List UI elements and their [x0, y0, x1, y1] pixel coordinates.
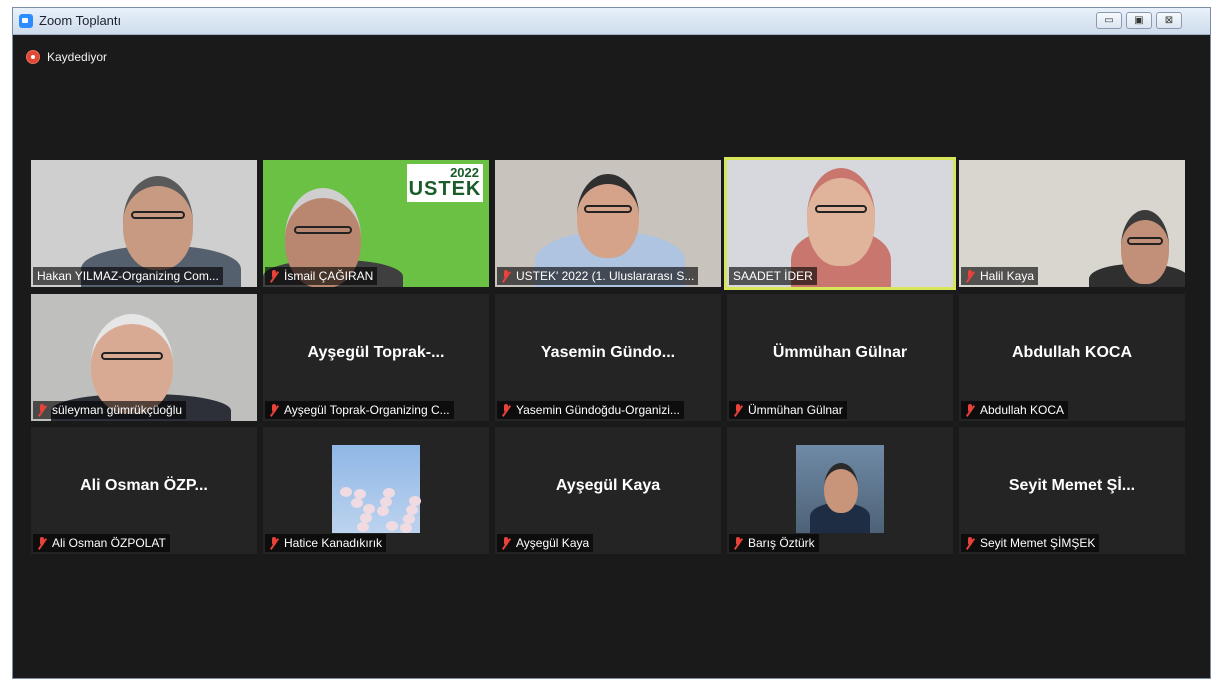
- participant-name-tag: Ayşegül Toprak-Organizing C...: [265, 401, 454, 419]
- muted-mic-icon: [37, 536, 47, 550]
- participant-face: [577, 174, 639, 258]
- participant-face: [1121, 210, 1169, 284]
- participant-name-tag: Yasemin Gündoğdu-Organizi...: [497, 401, 684, 419]
- glasses-icon: [584, 205, 632, 214]
- participant-tile[interactable]: SAADET İDER: [724, 157, 956, 290]
- participant-display-name: Ayşegül Toprak-...: [307, 344, 445, 361]
- muted-mic-icon: [965, 536, 975, 550]
- participant-tile[interactable]: Ayşegül Kaya Ayşegül Kaya: [495, 427, 721, 554]
- participant-tile[interactable]: USTEK' 2022 (1. Uluslararası S...: [495, 160, 721, 287]
- participant-name: Ayşegül Toprak-Organizing C...: [284, 403, 450, 417]
- avatar-face: [824, 463, 858, 513]
- glasses-icon: [294, 225, 352, 234]
- participant-name: İsmail ÇAĞIRAN: [284, 269, 374, 283]
- blossom-flower: [400, 523, 412, 533]
- participant-name-tag: USTEK' 2022 (1. Uluslararası S...: [497, 267, 699, 285]
- muted-mic-icon: [733, 403, 743, 417]
- zoom-window: Zoom Toplantı ▭ ▣ ⊠ Kaydediyor Hakan YIL…: [12, 7, 1211, 679]
- participant-tile[interactable]: Abdullah KOCA Abdullah KOCA: [959, 294, 1185, 421]
- muted-mic-icon: [501, 269, 511, 283]
- participant-tile[interactable]: Seyit Memet Şİ... Seyit Memet ŞİMŞEK: [959, 427, 1185, 554]
- participant-name: Ayşegül Kaya: [516, 536, 590, 550]
- participant-name: Ümmühan Gülnar: [748, 403, 843, 417]
- blossom-flower: [377, 506, 389, 516]
- blossom-flower: [340, 487, 352, 497]
- participant-name: Halil Kaya: [980, 269, 1035, 283]
- participant-name: USTEK' 2022 (1. Uluslararası S...: [516, 269, 695, 283]
- recording-label: Kaydediyor: [47, 50, 108, 64]
- participant-display-name: Yasemin Gündo...: [540, 344, 676, 361]
- participant-tile[interactable]: Ümmühan Gülnar Ümmühan Gülnar: [727, 294, 953, 421]
- participant-name-tag: Ümmühan Gülnar: [729, 401, 847, 419]
- participant-name: Abdullah KOCA: [980, 403, 1065, 417]
- participant-name-tag: SAADET İDER: [729, 267, 817, 285]
- zoom-app-icon: [19, 14, 33, 28]
- muted-mic-icon: [501, 536, 511, 550]
- ustek-logo: 2022 USTEK: [407, 164, 483, 202]
- participant-name: Barış Öztürk: [748, 536, 815, 550]
- recording-indicator[interactable]: Kaydediyor: [27, 50, 107, 64]
- blossom-flower: [351, 498, 363, 508]
- glasses-icon: [100, 351, 164, 360]
- close-button[interactable]: ⊠: [1156, 12, 1182, 29]
- participant-tile[interactable]: 2022 USTEK İsmail ÇAĞIRAN: [263, 160, 489, 287]
- participant-face: [123, 176, 193, 270]
- participant-name: Ali Osman ÖZPOLAT: [52, 536, 166, 550]
- participant-name-tag: Barış Öztürk: [729, 534, 819, 552]
- participant-name: SAADET İDER: [733, 269, 813, 283]
- participant-display-name: Ali Osman ÖZP...: [80, 477, 208, 494]
- participant-tile[interactable]: Halil Kaya: [959, 160, 1185, 287]
- avatar-photo: [796, 445, 884, 533]
- record-icon: [27, 51, 39, 63]
- participant-name: Seyit Memet ŞİMŞEK: [980, 536, 1096, 550]
- participant-name-tag: Halil Kaya: [961, 267, 1039, 285]
- participant-name: Hakan YILMAZ-Organizing Com...: [37, 269, 219, 283]
- window-title: Zoom Toplantı: [39, 13, 122, 28]
- logo-text: USTEK: [408, 178, 482, 200]
- participant-display-name: Abdullah KOCA: [1012, 344, 1132, 361]
- participant-name-tag: süleyman gümrükçüoğlu: [33, 401, 187, 419]
- participant-name-tag: Hakan YILMAZ-Organizing Com...: [33, 267, 223, 285]
- participant-name: Hatice Kanadıkırık: [284, 536, 383, 550]
- maximize-button[interactable]: ▣: [1126, 12, 1152, 29]
- participant-tile[interactable]: Ayşegül Toprak-... Ayşegül Toprak-Organiz…: [263, 294, 489, 421]
- glasses-icon: [815, 204, 867, 213]
- avatar-blossom-image: [332, 445, 421, 533]
- participant-name-tag: Seyit Memet ŞİMŞEK: [961, 534, 1100, 552]
- participant-display-name: Ayşegül Kaya: [555, 477, 661, 494]
- participant-name: Yasemin Gündoğdu-Organizi...: [516, 403, 680, 417]
- muted-mic-icon: [733, 536, 743, 550]
- glasses-icon: [1126, 236, 1164, 245]
- participant-name-tag: Abdullah KOCA: [961, 401, 1069, 419]
- muted-mic-icon: [269, 536, 279, 550]
- participant-display-name: Ümmühan Gülnar: [772, 344, 908, 361]
- participant-display-name: Seyit Memet Şİ...: [1008, 477, 1136, 494]
- participant-name-tag: Ayşegül Kaya: [497, 534, 594, 552]
- participant-tile[interactable]: Hatice Kanadıkırık: [263, 427, 489, 554]
- glasses-icon: [131, 211, 185, 220]
- blossom-flower: [357, 522, 369, 532]
- muted-mic-icon: [269, 269, 279, 283]
- participant-name-tag: İsmail ÇAĞIRAN: [265, 267, 378, 285]
- participant-tile[interactable]: Yasemin Gündo... Yasemin Gündoğdu-Organiz…: [495, 294, 721, 421]
- participant-name-tag: Hatice Kanadıkırık: [265, 534, 387, 552]
- muted-mic-icon: [965, 403, 975, 417]
- participant-face: [91, 314, 173, 414]
- participant-name: süleyman gümrükçüoğlu: [52, 403, 183, 417]
- minimize-button[interactable]: ▭: [1096, 12, 1122, 29]
- participant-tile[interactable]: süleyman gümrükçüoğlu: [31, 294, 257, 421]
- title-bar: Zoom Toplantı ▭ ▣ ⊠: [13, 8, 1210, 35]
- muted-mic-icon: [269, 403, 279, 417]
- muted-mic-icon: [965, 269, 975, 283]
- participant-tile[interactable]: Hakan YILMAZ-Organizing Com...: [31, 160, 257, 287]
- muted-mic-icon: [37, 403, 47, 417]
- participant-tile[interactable]: Ali Osman ÖZP... Ali Osman ÖZPOLAT: [31, 427, 257, 554]
- muted-mic-icon: [501, 403, 511, 417]
- participant-tile[interactable]: Barış Öztürk: [727, 427, 953, 554]
- participant-name-tag: Ali Osman ÖZPOLAT: [33, 534, 170, 552]
- participant-face: [807, 168, 875, 266]
- logo-year: 2022: [450, 165, 479, 180]
- blossom-flower: [386, 521, 398, 531]
